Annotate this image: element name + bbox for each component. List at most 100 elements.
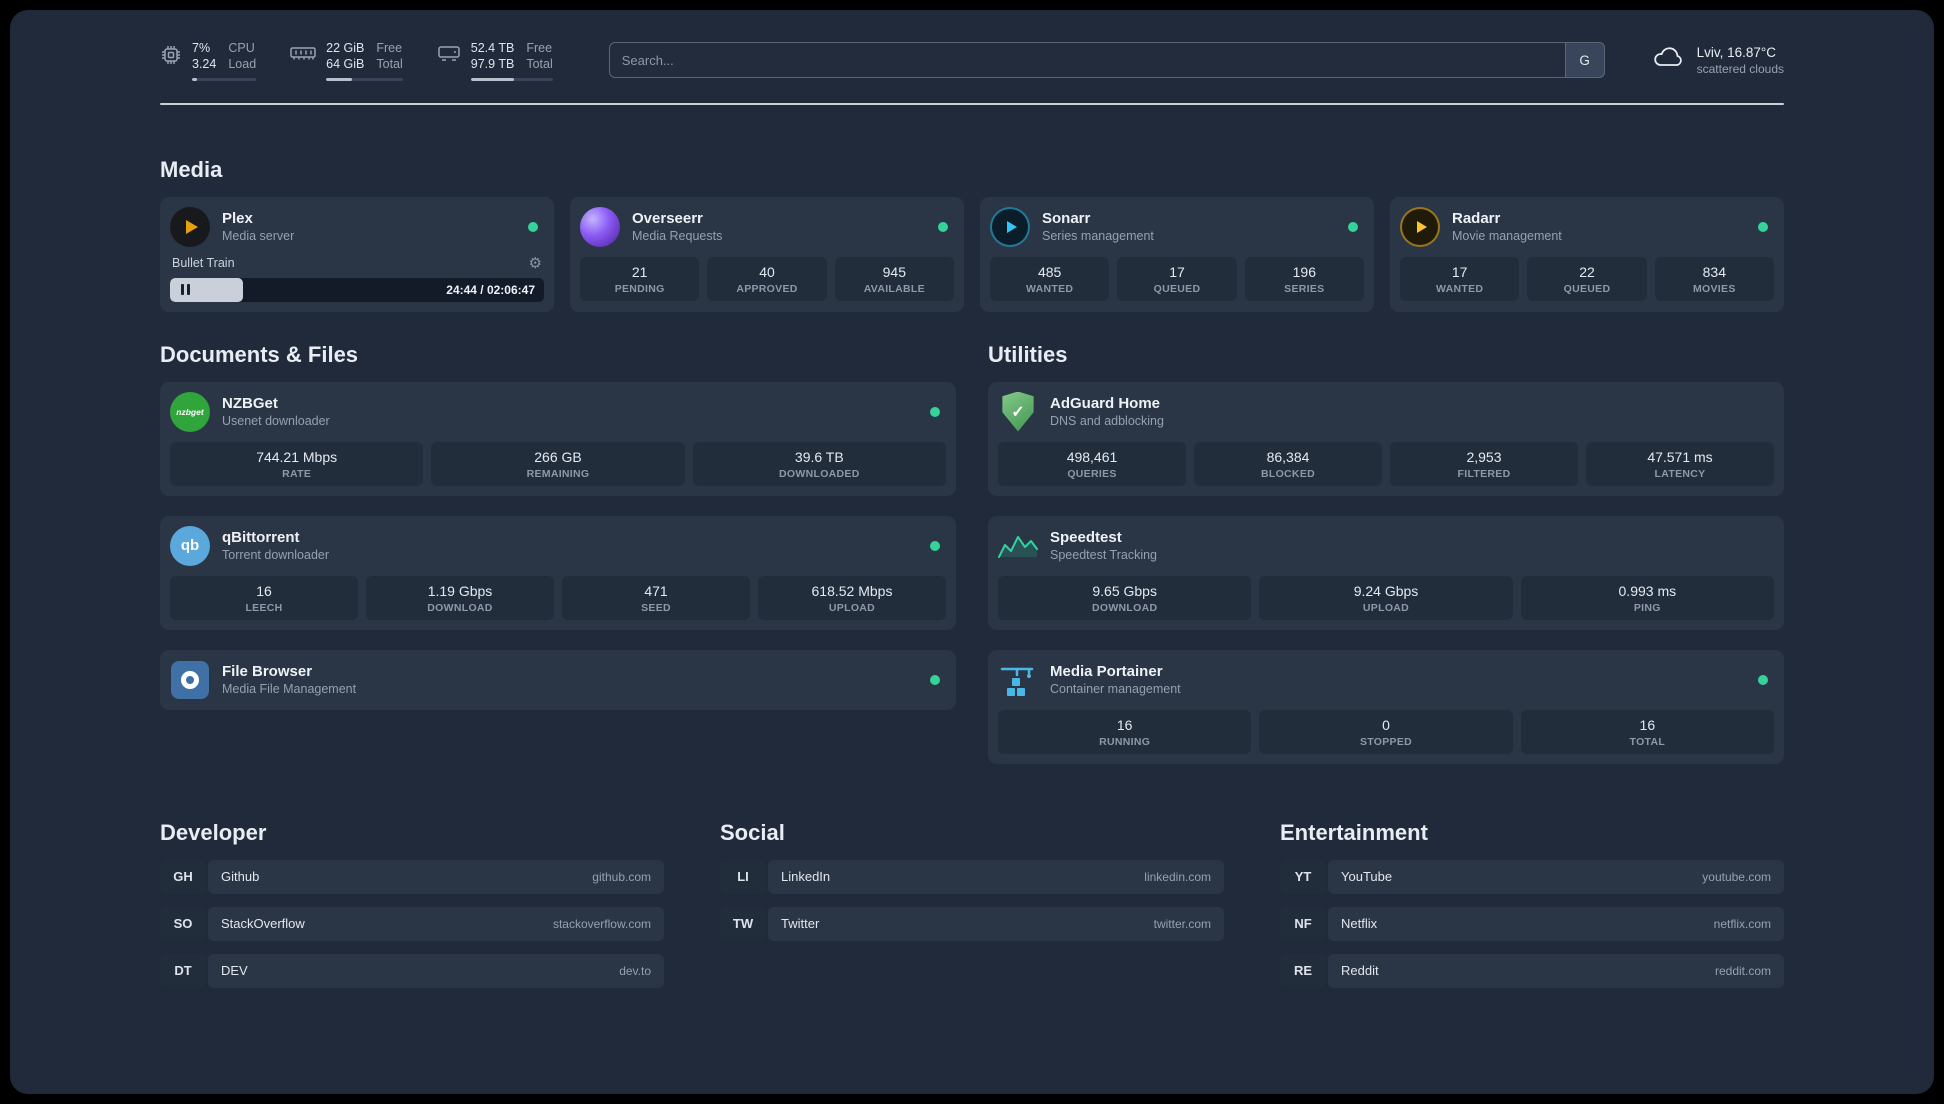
radarr-card: Radarr Movie management 17 WANTED 22 QUE…: [1390, 196, 1784, 312]
service-subtitle: Media server: [222, 229, 295, 243]
search-input[interactable]: [608, 42, 1605, 79]
topbar-divider: [160, 102, 1784, 105]
status-dot: [938, 221, 948, 232]
bookmark-url: linkedin.com: [1144, 869, 1211, 884]
bookmark-abbr: SO: [160, 906, 206, 941]
dashboard-panel: 7% 3.24 CPU Load 22 GiB 64 GiB Free Tota…: [10, 10, 1934, 1094]
cpu-usage-label: CPU: [228, 41, 255, 55]
playback-time: 24:44 / 02:06:47: [446, 282, 535, 297]
bookmark-url: dev.to: [619, 963, 651, 978]
section-title-developer: Developer: [160, 819, 267, 845]
qbittorrent-card: qb qBittorrent Torrent downloader 16 LEE…: [160, 515, 956, 630]
service-title: Speedtest: [1050, 529, 1122, 546]
stat-wanted: 485 WANTED: [990, 256, 1110, 301]
bookmark-name: Reddit: [1341, 963, 1379, 978]
weather-widget: Lviv, 16.87°C scattered clouds: [1651, 45, 1784, 76]
cloud-icon: [1651, 46, 1685, 75]
overseerr-icon: [580, 206, 620, 247]
playback-progress-bar: 24:44 / 02:06:47: [170, 277, 544, 302]
pause-icon[interactable]: [179, 284, 191, 295]
service-title: Media Portainer: [1050, 663, 1163, 680]
cpu-load-label: Load: [228, 57, 257, 72]
bookmark-github[interactable]: GH Github github.com: [160, 859, 664, 894]
stat-latency: 47.571 ms LATENCY: [1586, 441, 1774, 486]
service-subtitle: Torrent downloader: [222, 548, 330, 562]
bookmark-reddit[interactable]: RE Reddit reddit.com: [1280, 953, 1784, 988]
qbittorrent-service-link[interactable]: qb qBittorrent Torrent downloader: [170, 525, 946, 566]
filebrowser-card: File Browser Media File Management: [160, 649, 956, 710]
adguard-service-link[interactable]: ✓ AdGuard Home DNS and adblocking: [998, 391, 1774, 432]
bookmark-netflix[interactable]: NF Netflix netflix.com: [1280, 906, 1784, 941]
service-title: NZBGet: [222, 395, 278, 412]
sonarr-service-link[interactable]: Sonarr Series management: [990, 206, 1364, 247]
search-provider-button[interactable]: G: [1564, 42, 1605, 79]
memory-free-value: 22 GiB: [326, 41, 365, 55]
disk-free-label: Free: [526, 41, 553, 55]
stat-remaining: 266 GB REMAINING: [431, 441, 685, 486]
radarr-icon: [1400, 206, 1440, 247]
section-developer: Developer GH Github github.com SO StackO…: [160, 820, 664, 1001]
cpu-icon: [160, 44, 182, 71]
section-utilities: Utilities ✓ AdGuard Home DNS and adblock…: [988, 342, 1784, 764]
service-subtitle: Container management: [1050, 682, 1181, 696]
memory-widget: 22 GiB 64 GiB Free Total: [290, 40, 403, 81]
radarr-service-link[interactable]: Radarr Movie management: [1400, 206, 1774, 247]
section-title-documents: Documents & Files: [160, 341, 359, 367]
stat-approved: 40 APPROVED: [707, 256, 827, 301]
disk-free-value: 52.4 TB: [470, 41, 515, 55]
portainer-card: Media Portainer Container management 16 …: [988, 649, 1784, 764]
adguard-icon: ✓: [998, 391, 1038, 432]
service-title: File Browser: [222, 663, 313, 680]
bookmark-abbr: LI: [720, 859, 766, 894]
status-dot: [1758, 221, 1768, 232]
bookmark-url: netflix.com: [1713, 916, 1771, 931]
search-bar: G: [608, 42, 1605, 79]
disk-widget: 52.4 TB 97.9 TB Free Total: [437, 40, 553, 81]
portainer-icon: [998, 660, 1038, 700]
stat-download: 9.65 Gbps DOWNLOAD: [998, 575, 1252, 620]
bookmark-abbr: TW: [720, 906, 766, 941]
memory-usage-bar: [326, 77, 403, 81]
status-dot: [1348, 221, 1358, 232]
service-title: qBittorrent: [222, 529, 300, 546]
cpu-load-value: 3.24: [192, 57, 217, 72]
plex-card: Plex Media server Bullet Train ⚙ 24:44 /…: [160, 196, 554, 312]
filebrowser-service-link[interactable]: File Browser Media File Management: [170, 660, 946, 700]
speedtest-service-link[interactable]: Speedtest Speedtest Tracking: [998, 526, 1774, 566]
plex-service-link[interactable]: Plex Media server: [170, 206, 544, 247]
bookmark-name: Netflix: [1341, 916, 1378, 931]
bookmark-youtube[interactable]: YT YouTube youtube.com: [1280, 859, 1784, 894]
stat-movies: 834 MOVIES: [1654, 256, 1774, 301]
now-playing-widget: Bullet Train ⚙ 24:44 / 02:06:47: [170, 256, 544, 302]
overseerr-service-link[interactable]: Overseerr Media Requests: [580, 206, 954, 247]
status-dot: [1758, 674, 1768, 685]
now-playing-title: Bullet Train: [172, 256, 235, 270]
portainer-service-link[interactable]: Media Portainer Container management: [998, 660, 1774, 700]
bookmark-stackoverflow[interactable]: SO StackOverflow stackoverflow.com: [160, 906, 664, 941]
cpu-usage-bar: [192, 77, 257, 81]
section-title-social: Social: [720, 819, 785, 845]
service-subtitle: Series management: [1042, 229, 1154, 243]
stat-leech: 16 LEECH: [170, 575, 358, 620]
stat-rate: 744.21 Mbps RATE: [170, 441, 424, 486]
bookmark-name: Twitter: [781, 916, 820, 931]
status-dot: [528, 221, 538, 232]
topbar: 7% 3.24 CPU Load 22 GiB 64 GiB Free Tota…: [160, 40, 1784, 81]
nzbget-card: nzbget NZBGet Usenet downloader 744.21 M…: [160, 381, 956, 496]
bookmark-url: stackoverflow.com: [552, 916, 651, 931]
bookmark-twitter[interactable]: TW Twitter twitter.com: [720, 906, 1224, 941]
service-subtitle: Media Requests: [632, 229, 723, 243]
status-dot: [930, 540, 940, 551]
bookmark-abbr: DT: [160, 953, 206, 988]
bookmark-linkedin[interactable]: LI LinkedIn linkedin.com: [720, 859, 1224, 894]
gear-icon[interactable]: ⚙: [529, 256, 542, 271]
stat-queries: 498,461 QUERIES: [998, 441, 1186, 486]
nzbget-service-link[interactable]: nzbget NZBGet Usenet downloader: [170, 391, 946, 432]
stat-blocked: 86,384 BLOCKED: [1194, 441, 1382, 486]
sonarr-card: Sonarr Series management 485 WANTED 17 Q…: [980, 196, 1374, 312]
section-social: Social LI LinkedIn linkedin.com TW Twitt…: [720, 820, 1224, 1001]
bookmark-dev[interactable]: DT DEV dev.to: [160, 953, 664, 988]
bookmark-name: DEV: [221, 963, 248, 978]
section-title-entertainment: Entertainment: [1280, 819, 1428, 845]
stat-total: 16 TOTAL: [1520, 709, 1774, 754]
